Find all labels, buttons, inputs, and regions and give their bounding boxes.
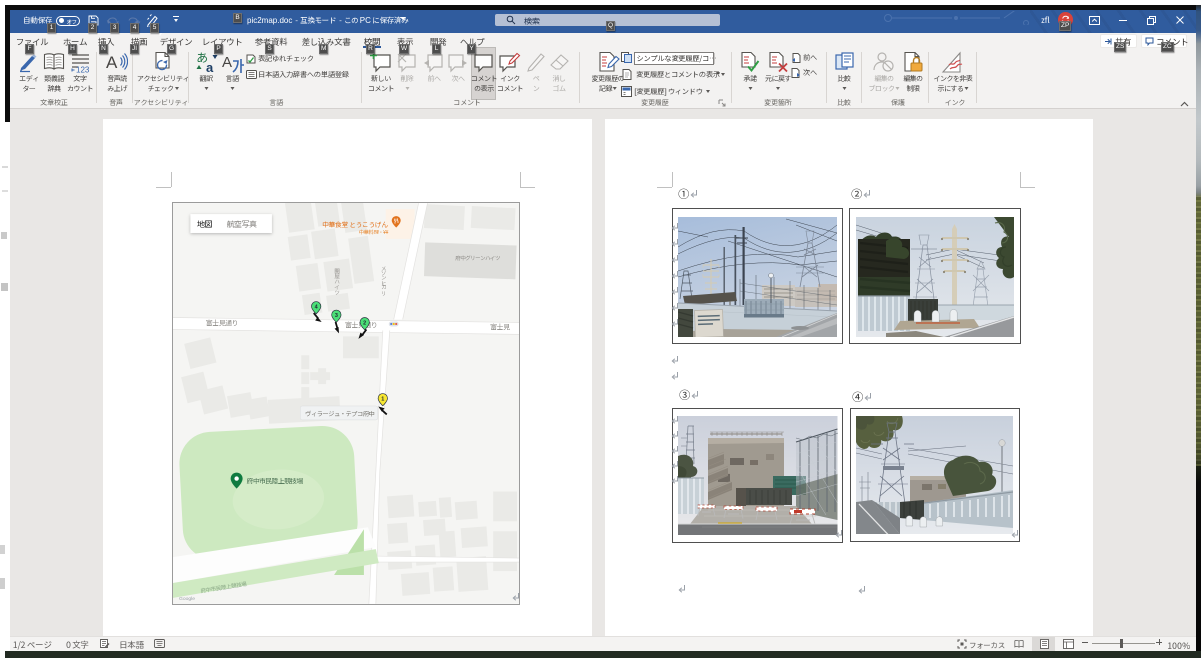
svg-text:中華料理・¥¥: 中華料理・¥¥ xyxy=(358,228,388,235)
svg-text:A: A xyxy=(222,54,232,71)
svg-text:富士見: 富士見 xyxy=(490,322,510,332)
svg-text:2: 2 xyxy=(363,320,366,326)
svg-text:富士見通り: 富士見通り xyxy=(205,318,237,328)
svg-text:府中グリーンハイツ: 府中グリーンハイツ xyxy=(454,253,500,261)
svg-text:a: a xyxy=(206,60,214,73)
svg-text:地図: 地図 xyxy=(196,219,212,230)
svg-text:123: 123 xyxy=(76,66,90,74)
svg-text:1: 1 xyxy=(381,396,384,402)
svg-text:4: 4 xyxy=(314,304,317,310)
svg-text:3: 3 xyxy=(334,313,337,319)
svg-text:関屋ハイツ: 関屋ハイツ xyxy=(333,268,341,295)
svg-text:府中市民陸上競技場: 府中市民陸上競技場 xyxy=(246,475,303,485)
svg-text:Google: Google xyxy=(178,595,194,601)
svg-text:航空写真: 航空写真 xyxy=(226,219,256,230)
svg-text:中華食堂 とうこうげん: 中華食堂 とうこうげん xyxy=(322,219,388,229)
svg-text:A: A xyxy=(106,53,118,72)
svg-text:ヴィラージュ・テプコ府中: ヴィラージュ・テプコ府中 xyxy=(305,408,374,417)
svg-text:メゾンヒカリ: メゾンヒカリ xyxy=(379,264,387,295)
